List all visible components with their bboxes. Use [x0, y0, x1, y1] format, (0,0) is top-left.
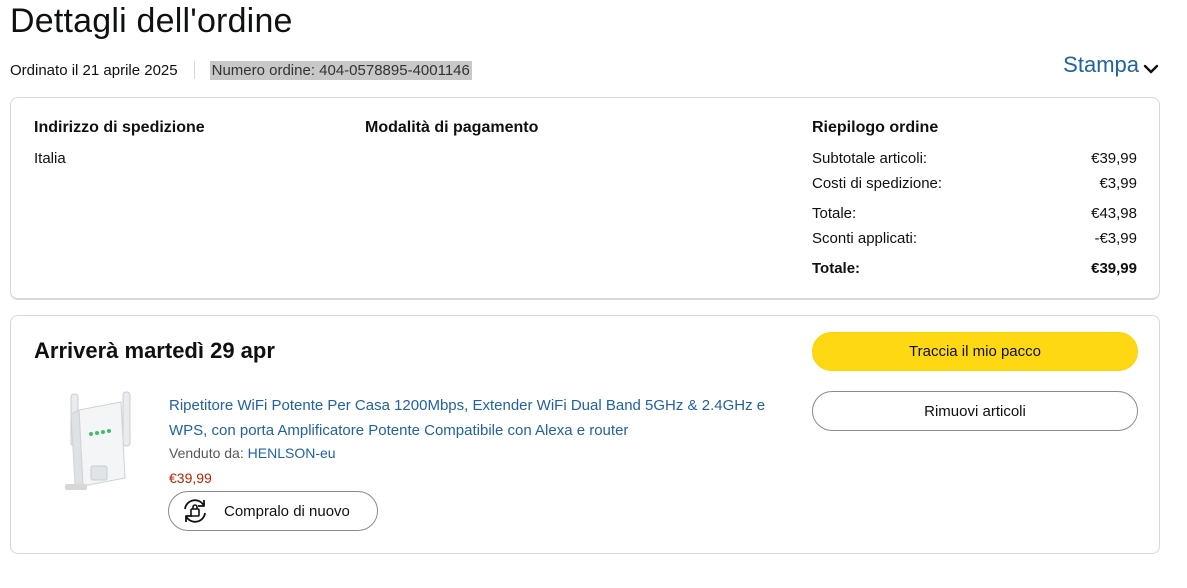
summary-label: Totale: [812, 205, 857, 222]
sold-by: Venduto da: HENLSON-eu [169, 445, 336, 461]
print-label[interactable]: Stampa [1063, 52, 1139, 78]
product-price: €39,99 [169, 470, 212, 486]
shipment-card: Arriverà martedì 29 apr Ripetitore WiFi … [10, 315, 1160, 554]
arrival-heading: Arriverà martedì 29 apr [34, 338, 275, 363]
payment-method-title: Modalità di pagamento [365, 119, 539, 136]
meta-divider [193, 61, 195, 79]
seller-link[interactable]: HENLSON-eu [248, 445, 336, 461]
summary-label: Totale: [812, 260, 861, 277]
page-title: Dettagli dell'ordine [10, 2, 293, 40]
print-dropdown[interactable]: Stampa [1063, 52, 1159, 78]
chevron-down-icon[interactable] [1143, 57, 1159, 74]
summary-row-subtotal: Subtotale articoli: €39,99 [812, 150, 1137, 167]
summary-label: Subtotale articoli: [812, 150, 928, 167]
shipping-address-title: Indirizzo di spedizione [34, 119, 205, 136]
summary-label: Sconti applicati: [812, 230, 918, 247]
shipping-address-country: Italia [34, 150, 66, 167]
rebuy-icon[interactable] [179, 495, 211, 527]
product-title-link[interactable]: Ripetitore WiFi Potente Per Casa 1200Mbp… [169, 393, 769, 443]
summary-value: €3,99 [1099, 175, 1137, 192]
summary-value: €43,98 [1091, 205, 1137, 222]
buy-again-label[interactable]: Compralo di nuovo [224, 503, 350, 520]
sold-by-label: Venduto da: [169, 445, 244, 461]
summary-row-grand-total: Totale: €39,99 [812, 260, 1137, 277]
remove-items-button[interactable]: Rimuovi articoli [812, 391, 1138, 431]
summary-value: €39,99 [1091, 150, 1137, 167]
summary-value: €39,99 [1091, 260, 1137, 277]
track-package-button[interactable]: Traccia il mio pacco [812, 332, 1138, 371]
summary-row-shipping: Costi di spedizione: €3,99 [812, 175, 1137, 192]
order-date: Ordinato il 21 aprile 2025 [10, 61, 178, 79]
summary-row-discount: Sconti applicati: -€3,99 [812, 230, 1137, 247]
summary-value: -€3,99 [1094, 230, 1137, 247]
order-summary-card: Indirizzo di spedizione Italia Modalità … [10, 97, 1160, 300]
buy-again-button[interactable]: Compralo di nuovo [168, 491, 378, 531]
summary-label: Costi di spedizione: [812, 175, 943, 192]
summary-row-total: Totale: €43,98 [812, 205, 1137, 222]
order-recap-title: Riepilogo ordine [812, 119, 939, 136]
order-number: Numero ordine: 404-0578895-4001146 [209, 60, 472, 80]
order-meta: Ordinato il 21 aprile 2025 Numero ordine… [10, 58, 472, 82]
wifi-extender-image[interactable] [61, 388, 141, 492]
